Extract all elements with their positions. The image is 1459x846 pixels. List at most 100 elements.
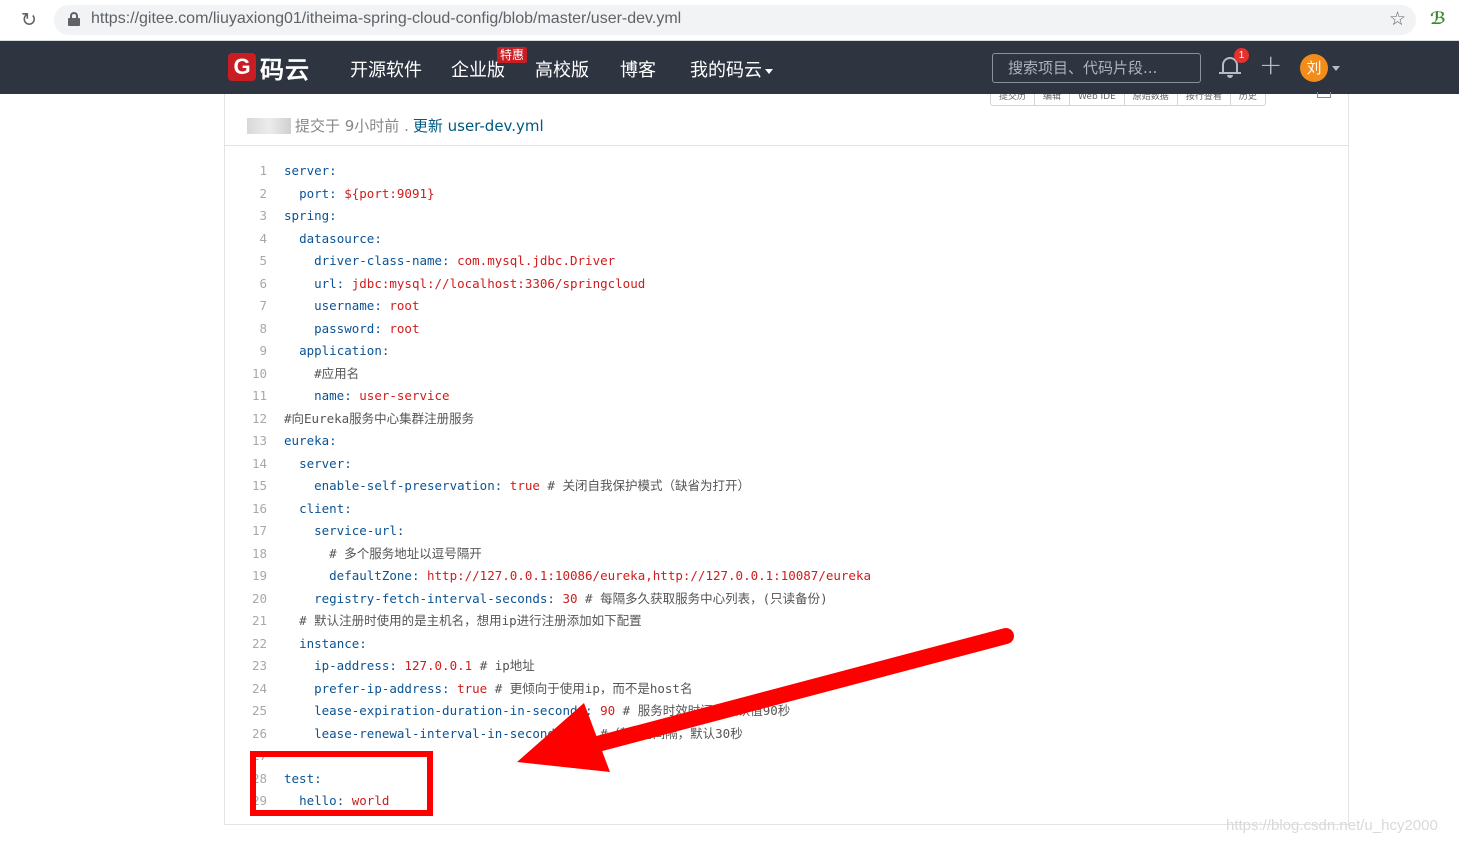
avatar-chevron-down-icon[interactable] — [1332, 66, 1340, 71]
yaml-key: test: — [284, 770, 322, 786]
line-number[interactable]: 29 — [225, 790, 267, 813]
file-panel: 提交历 编辑 Web IDE 原始数据 按行查看 历史 提交于 9小时前 . 更… — [224, 92, 1349, 825]
yaml-comment: # 默认注册时使用的是主机名，想用ip进行注册添加如下配置 — [299, 613, 642, 628]
yaml-key: instance: — [299, 635, 367, 651]
code-line: 24 prefer-ip-address: true # 更倾向于使用ip，而不… — [225, 678, 1348, 701]
code-line: 19 defaultZone: http://127.0.0.1:10086/e… — [225, 565, 1348, 588]
plus-icon[interactable]: + — [1259, 50, 1282, 80]
code-line: 11 name: user-service — [225, 385, 1348, 408]
yaml-comment: #应用名 — [314, 365, 360, 381]
yaml-value: root — [381, 298, 420, 313]
commit-message-link[interactable]: 更新 user-dev.yml — [413, 115, 544, 136]
nav-item-open-source[interactable]: 开源软件 — [350, 56, 422, 82]
yaml-comment: # 更倾向于使用ip，而不是host名 — [487, 680, 693, 696]
bookmark-star-icon[interactable]: ☆ — [1389, 8, 1406, 30]
yaml-comment: # 服务时效时间，默认值90秒 — [615, 703, 791, 718]
line-number[interactable]: 8 — [225, 318, 267, 341]
yaml-comment: # 续约的间隔，默认30秒 — [592, 725, 743, 741]
line-source: test: — [284, 768, 322, 791]
line-number[interactable]: 21 — [225, 610, 267, 633]
line-number[interactable]: 25 — [225, 700, 267, 723]
yaml-value: world — [344, 793, 390, 808]
code-line: 13 eureka: — [225, 430, 1348, 453]
toolbar-history-button[interactable]: 历史 — [1231, 94, 1265, 105]
toolbar-blame-button[interactable]: 按行查看 — [1178, 94, 1231, 105]
toolbar-raw-button[interactable]: 原始数据 — [1125, 94, 1178, 105]
yaml-key: lease-expiration-duration-in-seconds: — [314, 703, 593, 718]
nav-item-university[interactable]: 高校版 — [535, 56, 589, 82]
line-number[interactable]: 5 — [225, 250, 267, 273]
line-number[interactable]: 12 — [225, 408, 267, 431]
yaml-key: prefer-ip-address: — [314, 680, 450, 696]
line-source: client: — [284, 498, 352, 521]
committer-avatar[interactable] — [247, 117, 291, 134]
line-number[interactable]: 15 — [225, 475, 267, 498]
line-source: lease-expiration-duration-in-seconds: 90… — [284, 700, 790, 723]
line-number[interactable]: 28 — [225, 768, 267, 791]
line-number[interactable]: 7 — [225, 295, 267, 318]
line-number[interactable]: 1 — [225, 160, 267, 183]
nav-item-my-gitee[interactable]: 我的码云 — [690, 56, 773, 82]
code-line: 6 url: jdbc:mysql://localhost:3306/sprin… — [225, 273, 1348, 296]
line-number[interactable]: 17 — [225, 520, 267, 543]
code-line: 8 password: root — [225, 318, 1348, 341]
code-line: 26 lease-renewal-interval-in-seconds: 30… — [225, 723, 1348, 746]
line-source: registry-fetch-interval-seconds: 30 # 每隔… — [284, 588, 828, 611]
line-number[interactable]: 23 — [225, 655, 267, 678]
line-source: server: — [284, 453, 352, 476]
nav-item-blog[interactable]: 博客 — [620, 56, 656, 82]
embed-icon[interactable] — [1317, 92, 1331, 98]
line-source: instance: — [284, 633, 367, 656]
avatar[interactable]: 刘 — [1300, 54, 1328, 82]
line-number[interactable]: 22 — [225, 633, 267, 656]
line-number[interactable]: 2 — [225, 183, 267, 206]
line-number[interactable]: 24 — [225, 678, 267, 701]
toolbar-webide-button[interactable]: Web IDE — [1070, 94, 1125, 105]
line-number[interactable]: 16 — [225, 498, 267, 521]
toolbar-commit-button[interactable]: 提交历 — [991, 94, 1036, 105]
extension-icon[interactable]: ℬ — [1430, 9, 1446, 29]
code-line: 5 driver-class-name: com.mysql.jdbc.Driv… — [225, 250, 1348, 273]
code-line: 2 port: ${port:9091} — [225, 183, 1348, 206]
code-line: 14 server: — [225, 453, 1348, 476]
url-text[interactable]: https://gitee.com/liuyaxiong01/itheima-s… — [91, 10, 681, 28]
line-number[interactable]: 6 — [225, 273, 267, 296]
line-source: service-url: — [284, 520, 404, 543]
line-number[interactable]: 20 — [225, 588, 267, 611]
line-number[interactable]: 14 — [225, 453, 267, 476]
yaml-value: user-service — [351, 388, 450, 403]
line-source: enable-self-preservation: true # 关闭自我保护模… — [284, 475, 750, 498]
line-number[interactable]: 27 — [225, 745, 267, 768]
line-number[interactable]: 9 — [225, 340, 267, 363]
gitee-logo[interactable]: G 码云 — [228, 53, 310, 84]
notification-badge: 1 — [1234, 48, 1249, 63]
yaml-value: true — [502, 478, 540, 493]
toolbar-edit-button[interactable]: 编辑 — [1035, 94, 1071, 105]
line-number[interactable]: 10 — [225, 363, 267, 386]
line-number[interactable]: 11 — [225, 385, 267, 408]
line-number[interactable]: 26 — [225, 723, 267, 746]
code-line: 23 ip-address: 127.0.0.1 # ip地址 — [225, 655, 1348, 678]
line-source: application: — [284, 340, 389, 363]
line-number[interactable]: 4 — [225, 228, 267, 251]
code-line: 15 enable-self-preservation: true # 关闭自我… — [225, 475, 1348, 498]
line-number[interactable]: 3 — [225, 205, 267, 228]
line-source: spring: — [284, 205, 337, 228]
browser-toolbar: ↻ https://gitee.com/liuyaxiong01/itheima… — [0, 0, 1459, 41]
yaml-key: password: — [314, 320, 382, 336]
address-bar[interactable]: https://gitee.com/liuyaxiong01/itheima-s… — [54, 5, 1416, 35]
code-line: 20 registry-fetch-interval-seconds: 30 #… — [225, 588, 1348, 611]
search-input[interactable] — [992, 53, 1201, 83]
line-number[interactable]: 19 — [225, 565, 267, 588]
line-number[interactable]: 18 — [225, 543, 267, 566]
line-number[interactable]: 13 — [225, 430, 267, 453]
reload-icon[interactable]: ↻ — [18, 9, 40, 31]
